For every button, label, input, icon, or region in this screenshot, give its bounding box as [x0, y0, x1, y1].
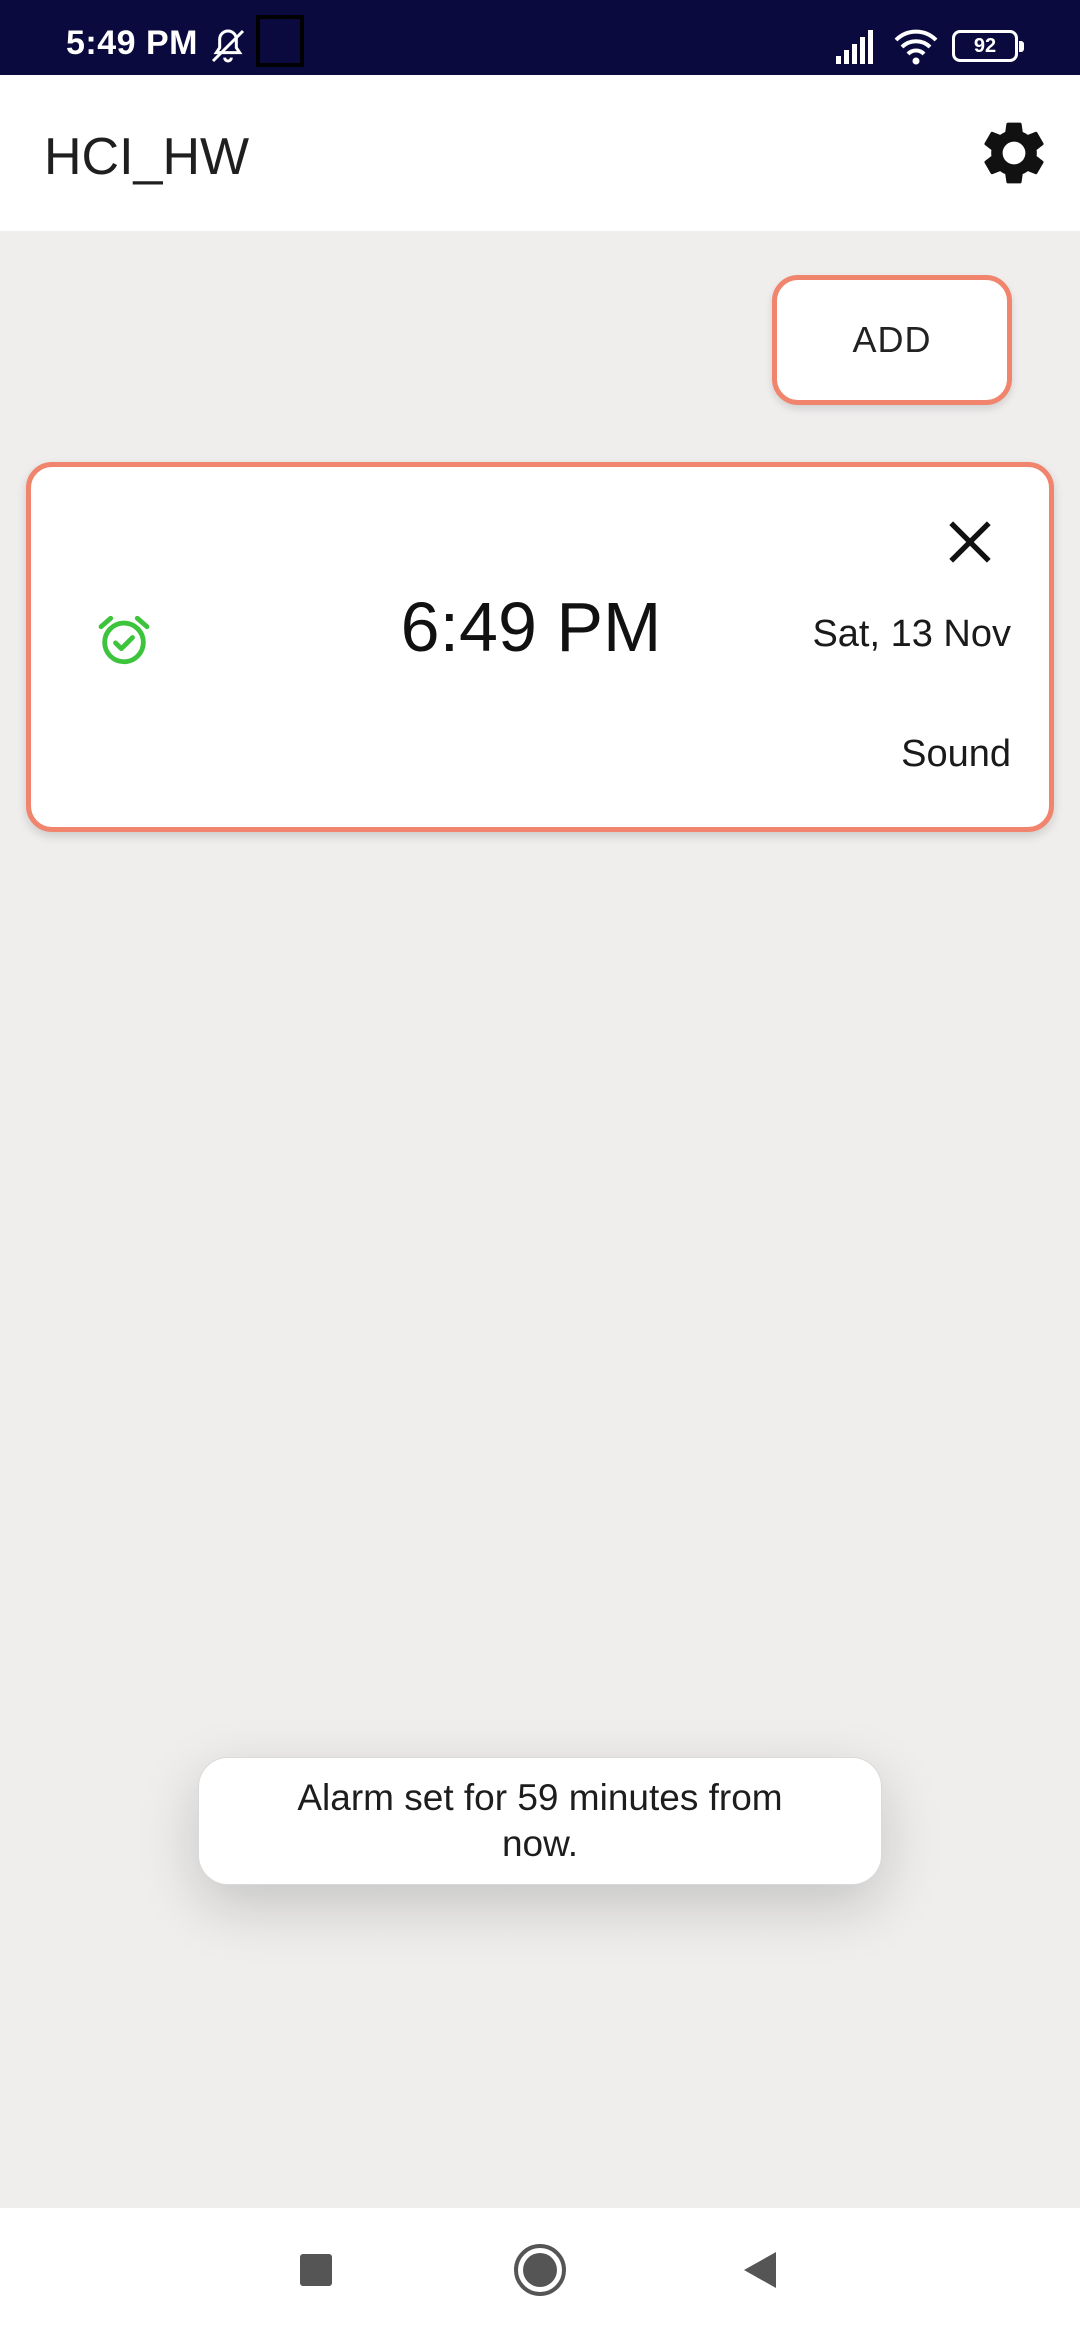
- alarm-card[interactable]: 6:49 PM Sat, 13 Nov Sound: [26, 462, 1054, 832]
- toast-text: Alarm set for 59 minutes from now.: [297, 1777, 783, 1864]
- wifi-icon: [894, 29, 938, 65]
- app-title: HCI_HW: [44, 128, 250, 186]
- gear-icon[interactable]: [976, 115, 1052, 191]
- home-circle-icon[interactable]: [512, 2242, 568, 2298]
- recents-square-icon[interactable]: [300, 2254, 332, 2286]
- screen: 5:49 PM 92 HCI_HW ADD 6:49 PM Sat, 13 No…: [0, 0, 1080, 2340]
- notification-square-icon: [256, 15, 304, 67]
- status-bar: 5:49 PM 92: [0, 0, 1080, 75]
- battery-level: 92: [973, 34, 997, 57]
- battery-icon: 92: [952, 30, 1024, 62]
- nav-bar: [0, 2208, 1080, 2340]
- signal-icon: [836, 30, 873, 64]
- alarm-date: Sat, 13 Nov: [812, 613, 1011, 655]
- toast-message: Alarm set for 59 minutes from now.: [198, 1757, 882, 1885]
- alarm-time: 6:49 PM: [400, 588, 662, 666]
- close-icon[interactable]: [941, 513, 999, 571]
- app-bar: HCI_HW: [0, 75, 1080, 231]
- add-button[interactable]: ADD: [772, 275, 1012, 405]
- dnd-bell-off-icon: [211, 29, 245, 63]
- status-time: 5:49 PM: [66, 24, 198, 62]
- back-triangle-icon[interactable]: [740, 2248, 780, 2292]
- alarm-sound[interactable]: Sound: [901, 733, 1011, 776]
- alarm-check-icon[interactable]: [95, 611, 153, 669]
